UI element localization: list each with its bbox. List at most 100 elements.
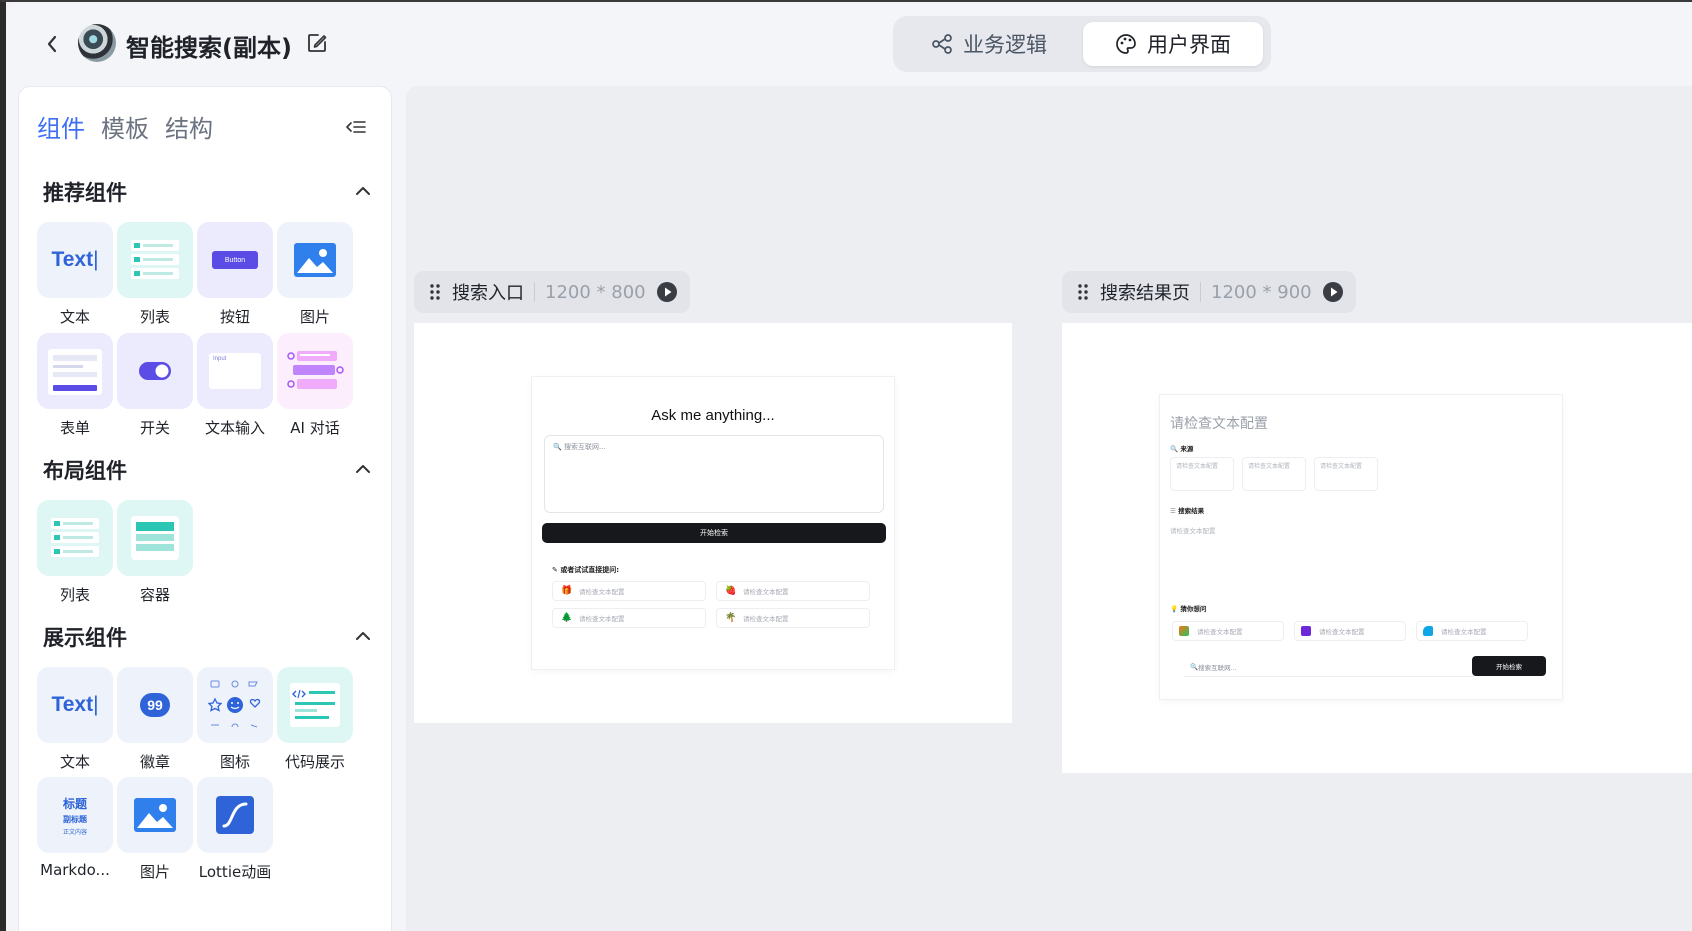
guess-item[interactable]: 请检查文本配置 xyxy=(1172,621,1284,641)
app-avatar xyxy=(78,24,116,62)
guess-text: 请检查文本配置 xyxy=(1319,628,1365,636)
suggestion-text: 请检查文本配置 xyxy=(743,588,789,596)
artboard-search-results[interactable]: 请检查文本配置 🔍 来源 请检查文本配置 请检查文本配置 请检查文本配置 ☰ 搜… xyxy=(1062,323,1692,773)
tile-md-body: 正文内容 xyxy=(62,828,87,836)
results-search-input[interactable]: 🔍 搜索互联网... xyxy=(1184,657,1474,677)
component-label: 图片 xyxy=(139,863,170,881)
search-input[interactable]: 🔍 搜索互联网... xyxy=(544,435,884,513)
component-layout-list[interactable]: 列表 xyxy=(37,500,113,605)
guess-item[interactable]: 请检查文本配置 xyxy=(1294,621,1406,641)
app-title: 智能搜索(副本) xyxy=(126,34,292,62)
component-list[interactable]: 列表 xyxy=(117,222,193,327)
component-label: 列表 xyxy=(139,308,170,326)
guess-label: 💡 猜你想问 xyxy=(1170,603,1206,613)
section-recommended[interactable]: 推荐组件 xyxy=(43,177,373,207)
icon-component-icon xyxy=(197,667,273,743)
container-component-icon xyxy=(117,500,193,576)
tile-text-glyph: Text xyxy=(51,248,94,271)
app-window: 智能搜索(副本) 业务逻辑 用户界面 组件 模板 结构 推荐组件 Text | … xyxy=(6,2,1692,931)
form-component-icon xyxy=(37,333,113,409)
tile-md-title: 标题 xyxy=(62,796,87,811)
suggestion-item[interactable]: 🌴 请检查文本配置 xyxy=(716,608,870,628)
play-icon[interactable] xyxy=(1322,281,1344,303)
component-code[interactable]: 代码展示 xyxy=(277,667,353,772)
collapse-panel-icon[interactable] xyxy=(345,117,367,137)
source-card[interactable]: 请检查文本配置 xyxy=(1242,457,1306,491)
drag-handle-icon[interactable] xyxy=(428,282,442,302)
component-markdown[interactable]: 标题 副标题 正文内容 Markdo... xyxy=(37,777,113,879)
source-card[interactable]: 请检查文本配置 xyxy=(1314,457,1378,491)
results-start-search-button[interactable]: 开始检索 xyxy=(1472,656,1546,676)
ai-chat-component-icon xyxy=(277,333,353,409)
component-text[interactable]: Text | 文本 xyxy=(37,222,113,327)
suggestion-item[interactable]: 🍓 请检查文本配置 xyxy=(716,581,870,601)
edit-icon[interactable] xyxy=(306,32,328,54)
tile-text-glyph: Text xyxy=(51,693,94,716)
suggestion-text: 请检查文本配置 xyxy=(743,615,789,623)
chevron-up-icon[interactable] xyxy=(353,459,373,479)
tab-templates[interactable]: 模板 xyxy=(101,109,149,144)
component-display-text[interactable]: Text | 文本 xyxy=(37,667,113,772)
tab-structure[interactable]: 结构 xyxy=(165,109,213,144)
page-name: 搜索入口 xyxy=(452,283,524,304)
start-search-button[interactable]: 开始检索 xyxy=(542,523,886,543)
page-chip-search-results[interactable]: 搜索结果页 1200 * 900 xyxy=(1062,271,1356,313)
try-asking-text: 或者试试直接提问: xyxy=(560,566,620,574)
search-icon: 🔍 xyxy=(553,443,562,451)
play-icon[interactable] xyxy=(656,281,678,303)
chevron-up-icon[interactable] xyxy=(353,181,373,201)
component-switch[interactable]: 开关 xyxy=(117,333,193,438)
component-label: 图标 xyxy=(219,753,250,771)
component-form[interactable]: 表单 xyxy=(37,333,113,438)
button-component-icon: Button xyxy=(197,222,273,298)
component-text-input[interactable]: Input 文本输入 xyxy=(197,333,273,438)
component-lottie[interactable]: Lottie动画 xyxy=(197,777,273,882)
guess-text: 请检查文本配置 xyxy=(1197,628,1243,636)
list-component-icon xyxy=(117,222,193,298)
source-card[interactable]: 请检查文本配置 xyxy=(1170,457,1234,491)
component-badge[interactable]: 99 徽章 xyxy=(117,667,193,772)
tile-md-subtitle: 副标题 xyxy=(63,814,87,824)
section-layout[interactable]: 布局组件 xyxy=(43,455,373,485)
tile-badge-glyph: 99 xyxy=(140,693,170,717)
lightbulb-icon: 💡 xyxy=(1170,605,1181,613)
artboard-search-entry[interactable]: Ask me anything... 🔍 搜索互联网... 开始检索 ✎ 或者试… xyxy=(414,323,1012,723)
guess-item[interactable]: 请检查文本配置 xyxy=(1416,621,1528,641)
markdown-component-icon: 标题 副标题 正文内容 xyxy=(37,777,113,853)
tile-button-glyph: Button xyxy=(212,251,258,269)
page-chip-search-entry[interactable]: 搜索入口 1200 * 800 xyxy=(414,271,690,313)
tab-user-interface-label: 用户界面 xyxy=(1147,33,1231,57)
search-placeholder-text: 搜索互联网... xyxy=(563,443,606,451)
flow-icon xyxy=(932,34,952,54)
component-icon[interactable]: 图标 xyxy=(197,667,273,772)
back-button[interactable] xyxy=(40,32,64,56)
design-canvas[interactable]: 搜索入口 1200 * 800 Ask me anything... 🔍 搜索互… xyxy=(406,86,1692,931)
component-ai-chat[interactable]: AI 对话 xyxy=(277,333,353,438)
component-image[interactable]: 图片 xyxy=(277,222,353,327)
tab-user-interface[interactable]: 用户界面 xyxy=(1083,22,1263,66)
drag-handle-icon[interactable] xyxy=(1076,282,1090,302)
component-label: 按钮 xyxy=(219,308,250,326)
suggestion-item[interactable]: 🎁 请检查文本配置 xyxy=(552,581,706,601)
component-button[interactable]: Button 按钮 xyxy=(197,222,273,327)
page-size: 1200 * 800 xyxy=(545,281,646,303)
tab-components[interactable]: 组件 xyxy=(37,109,85,144)
chevron-up-icon[interactable] xyxy=(353,626,373,646)
try-asking-label: ✎ 或者试试直接提问: xyxy=(552,565,619,575)
code-component-icon xyxy=(277,667,353,743)
component-label: 列表 xyxy=(59,586,90,604)
component-display-image[interactable]: 图片 xyxy=(117,777,193,882)
guess-label-text: 猜你想问 xyxy=(1180,605,1207,613)
palette-icon xyxy=(1116,34,1136,54)
image-component-icon xyxy=(117,777,193,853)
component-label: 徽章 xyxy=(139,753,170,771)
results-label-text: 搜索结果 xyxy=(1178,507,1205,515)
section-display[interactable]: 展示组件 xyxy=(43,622,373,652)
tab-business-logic[interactable]: 业务逻辑 xyxy=(901,22,1077,66)
component-label: 文本输入 xyxy=(204,419,265,437)
lottie-component-icon xyxy=(197,777,273,853)
component-container[interactable]: 容器 xyxy=(117,500,193,605)
component-label: Lottie动画 xyxy=(198,863,272,881)
suggestion-item[interactable]: 🌲 请检查文本配置 xyxy=(552,608,706,628)
mode-switch: 业务逻辑 用户界面 xyxy=(893,16,1271,72)
